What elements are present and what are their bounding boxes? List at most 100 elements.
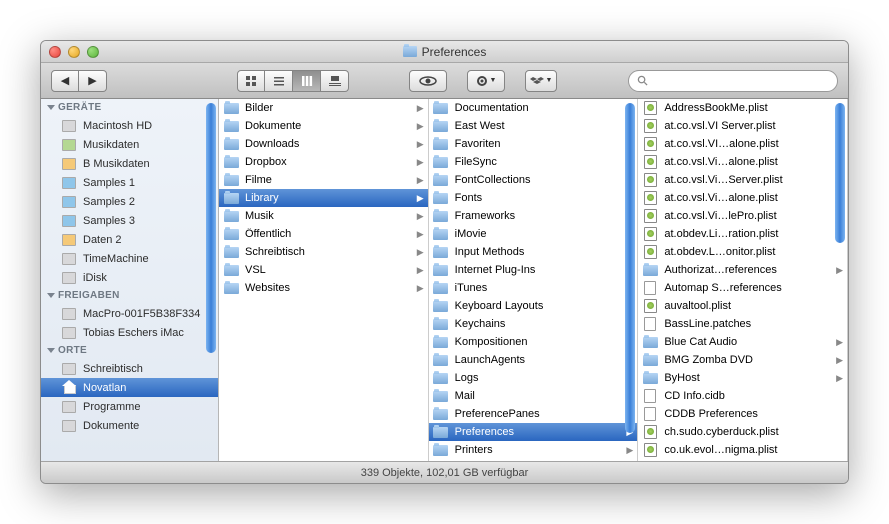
sidebar-item[interactable]: Schreibtisch [41,359,218,378]
gear-icon [476,75,488,87]
icon-view-icon [245,75,257,87]
column-item[interactable]: Schreibtisch▶ [219,243,428,261]
column-scrollbar[interactable] [625,103,635,433]
column-item[interactable]: Keychains▶ [429,315,638,333]
column-item[interactable]: Frameworks▶ [429,207,638,225]
column-item[interactable]: BassLine.patches [638,315,847,333]
close-button[interactable] [49,46,61,58]
sidebar-item[interactable]: Tobias Eschers iMac [41,323,218,342]
column-item[interactable]: at.co.vsl.VI…alone.plist [638,135,847,153]
sidebar-section-header[interactable]: GERÄTE [41,99,218,116]
column-item[interactable]: PubSub▶ [429,459,638,461]
back-button[interactable]: ◀ [51,70,79,92]
column-item[interactable]: Logs▶ [429,369,638,387]
column-item[interactable]: Fonts▶ [429,189,638,207]
hdd-icon [62,215,76,227]
column-item[interactable]: Dokumente▶ [219,117,428,135]
column-item[interactable]: AddressBookMe.plist [638,99,847,117]
column-item[interactable]: Mail▶ [429,387,638,405]
column-item[interactable]: at.obdev.L…onitor.plist [638,243,847,261]
column[interactable]: Bilder▶Dokumente▶Downloads▶Dropbox▶Filme… [219,99,429,461]
column-item[interactable]: co.uk.evol…nigma.plist [638,441,847,459]
column-item[interactable]: ByHost▶ [638,369,847,387]
column-item-label: Öffentlich [245,228,411,240]
sidebar-item[interactable]: Daten 2 [41,230,218,249]
column-item[interactable]: Automap S…references [638,279,847,297]
icon-view-button[interactable] [237,70,265,92]
search-icon [637,75,648,86]
column-item[interactable]: Documentation▶ [429,99,638,117]
column-item[interactable]: Musik▶ [219,207,428,225]
sidebar-item[interactable]: Dokumente [41,416,218,435]
gear-group: ▼ [467,70,505,92]
column-item[interactable]: PreferencePanes▶ [429,405,638,423]
column-view-button[interactable] [293,70,321,92]
column-item[interactable]: Preferences▶ [429,423,638,441]
sidebar-item[interactable]: Musikdaten [41,135,218,154]
column-item[interactable]: FontCollections▶ [429,171,638,189]
column-item[interactable]: FileSync▶ [429,153,638,171]
column-item[interactable]: at.obdev.Li…ration.plist [638,225,847,243]
column-item[interactable]: Internet Plug-Ins▶ [429,261,638,279]
column-item[interactable]: at.co.vsl.VI Server.plist [638,117,847,135]
column-item[interactable]: Blue Cat Audio▶ [638,333,847,351]
sidebar-item[interactable]: TimeMachine [41,249,218,268]
sidebar[interactable]: GERÄTEMacintosh HDMusikdatenB Musikdaten… [41,99,219,461]
sidebar-item[interactable]: iDisk [41,268,218,287]
column-item[interactable]: auvaltool.plist [638,297,847,315]
titlebar[interactable]: Preferences [41,41,848,63]
column-item[interactable]: CD Info.cidb [638,387,847,405]
column-item[interactable]: Keyboard Layouts▶ [429,297,638,315]
column-item[interactable]: CDDB Preferences [638,405,847,423]
dropbox-button[interactable]: ▼ [525,70,557,92]
column-item[interactable]: Öffentlich▶ [219,225,428,243]
column-item[interactable]: BMG Zomba DVD▶ [638,351,847,369]
action-menu-button[interactable]: ▼ [467,70,505,92]
sidebar-item[interactable]: Programme [41,397,218,416]
sidebar-item-label: MacPro-001F5B38F334 [83,308,200,320]
list-view-button[interactable] [265,70,293,92]
zoom-button[interactable] [87,46,99,58]
column-item[interactable]: at.co.vsl.Vi…lePro.plist [638,207,847,225]
column-item[interactable]: East West▶ [429,117,638,135]
column-item[interactable]: Filme▶ [219,171,428,189]
coverflow-view-button[interactable] [321,70,349,92]
column-item[interactable]: VSL▶ [219,261,428,279]
sidebar-item[interactable]: Samples 1 [41,173,218,192]
sidebar-item[interactable]: B Musikdaten [41,154,218,173]
sidebar-scrollbar[interactable] [206,103,216,353]
column-item[interactable]: ch.sudo.cyberduck.plist [638,423,847,441]
column[interactable]: AddressBookMe.plistat.co.vsl.VI Server.p… [638,99,848,461]
sidebar-item[interactable]: Macintosh HD [41,116,218,135]
column-scrollbar[interactable] [835,103,845,243]
column-item[interactable]: Bilder▶ [219,99,428,117]
column-item[interactable]: Favoriten▶ [429,135,638,153]
sidebar-item[interactable]: Samples 2 [41,192,218,211]
column[interactable]: Documentation▶East West▶Favoriten▶FileSy… [429,99,639,461]
column-item[interactable]: Dropbox▶ [219,153,428,171]
column-item[interactable]: Downloads▶ [219,135,428,153]
column-item[interactable]: at.co.vsl.Vi…Server.plist [638,171,847,189]
search-input[interactable] [653,75,829,87]
column-item[interactable]: Authorizat…references▶ [638,261,847,279]
sidebar-item[interactable]: MacPro-001F5B38F334 [41,304,218,323]
column-item[interactable]: Websites▶ [219,279,428,297]
column-item-label: Dokumente [245,120,411,132]
sidebar-item[interactable]: Novatlan [41,378,218,397]
sidebar-section-header[interactable]: FREIGABEN [41,287,218,304]
forward-button[interactable]: ▶ [79,70,107,92]
column-item[interactable]: Printers▶ [429,441,638,459]
column-item[interactable]: LaunchAgents▶ [429,351,638,369]
quicklook-button[interactable] [409,70,447,92]
sidebar-section-header[interactable]: ORTE [41,342,218,359]
minimize-button[interactable] [68,46,80,58]
column-item[interactable]: at.co.vsl.Vi…alone.plist [638,153,847,171]
column-item[interactable]: Library▶ [219,189,428,207]
search-field[interactable] [628,70,838,92]
column-item[interactable]: at.co.vsl.Vi…alone.plist [638,189,847,207]
column-item[interactable]: Kompositionen▶ [429,333,638,351]
sidebar-item[interactable]: Samples 3 [41,211,218,230]
column-item[interactable]: iMovie▶ [429,225,638,243]
column-item[interactable]: iTunes▶ [429,279,638,297]
column-item[interactable]: Input Methods▶ [429,243,638,261]
